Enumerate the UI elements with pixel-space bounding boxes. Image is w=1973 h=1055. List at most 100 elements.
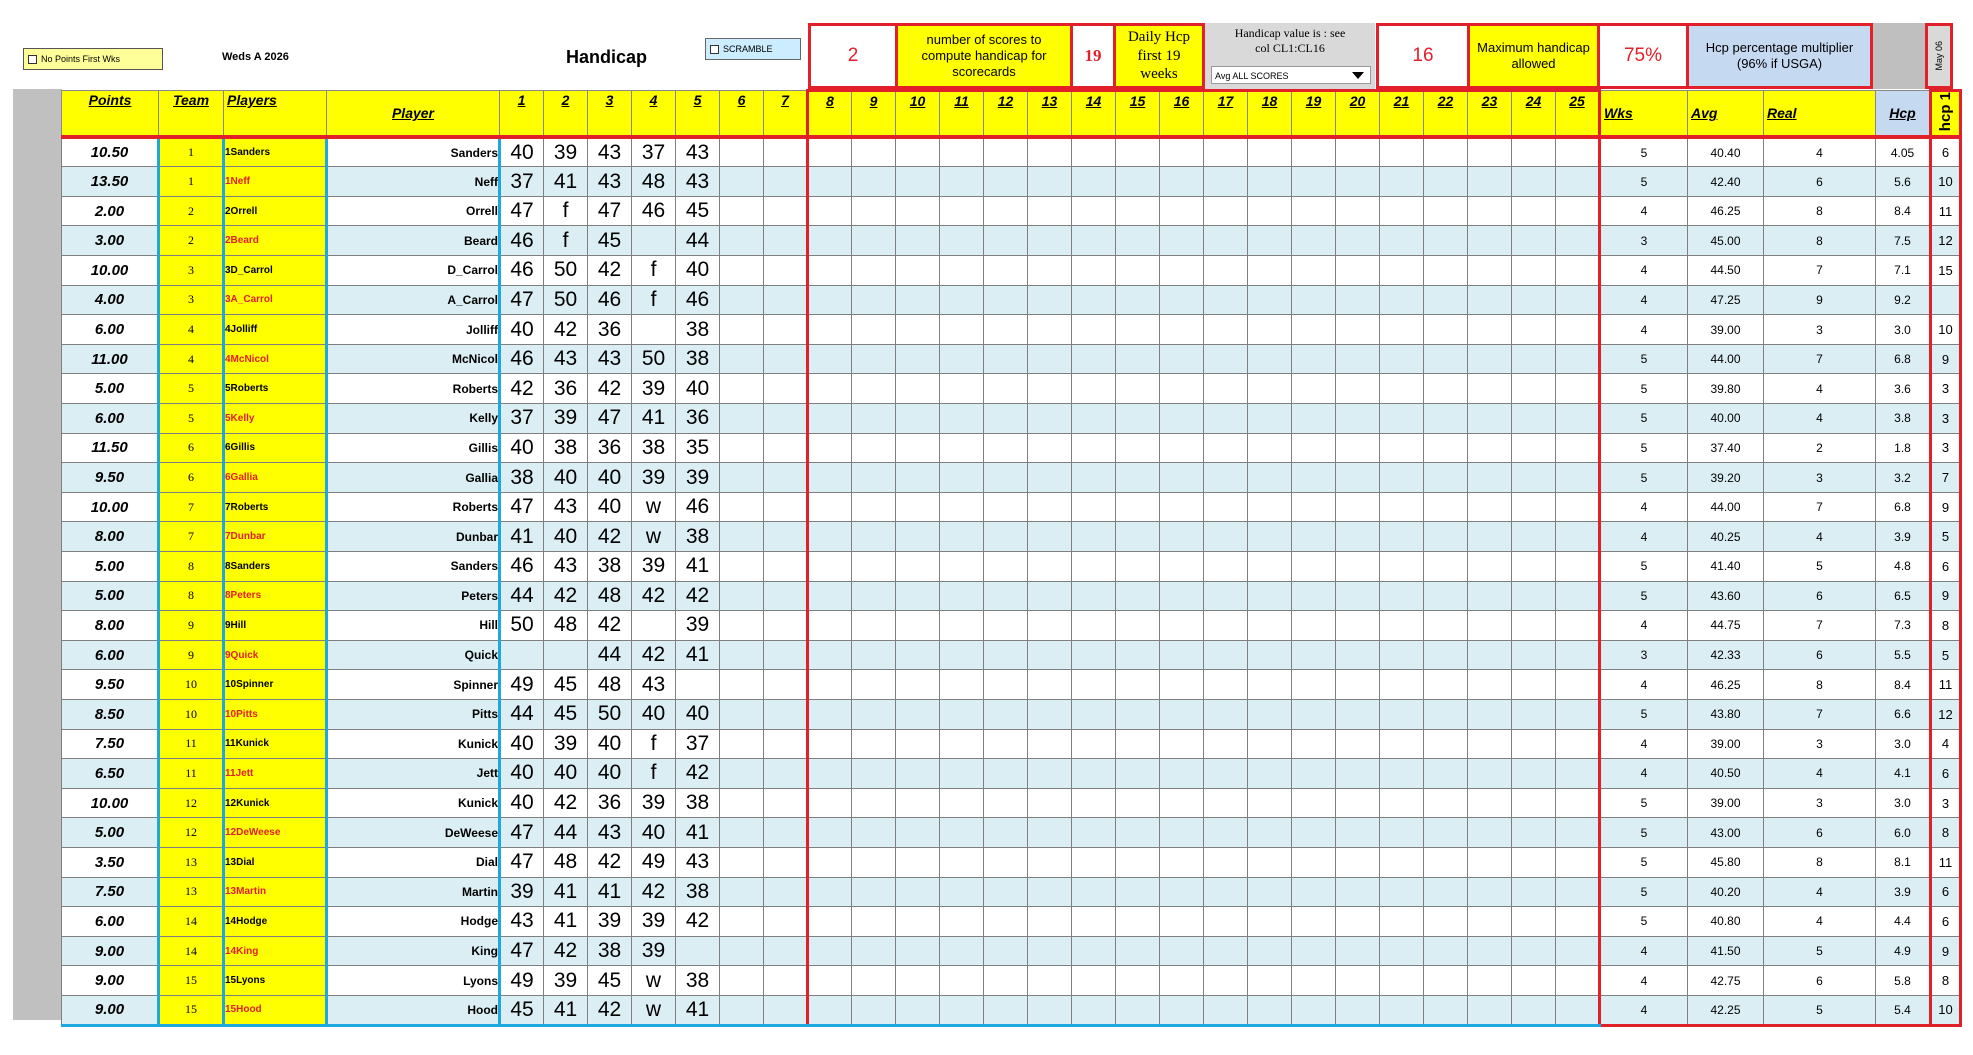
score-week-5[interactable]: 41 — [675, 551, 720, 582]
score-week-13[interactable] — [1027, 639, 1072, 671]
score-week-14[interactable] — [1071, 669, 1116, 700]
score-week-22[interactable] — [1423, 491, 1468, 523]
score-week-12[interactable] — [983, 787, 1028, 819]
player-name-cell[interactable]: Beard — [325, 225, 501, 257]
score-week-10[interactable] — [895, 225, 940, 257]
score-week-16[interactable] — [1159, 994, 1204, 1027]
score-week-4[interactable]: f — [631, 758, 676, 789]
score-week-11[interactable] — [939, 373, 984, 405]
team-cell[interactable]: 11 — [157, 758, 225, 789]
score-week-7[interactable] — [763, 580, 808, 612]
score-week-16[interactable] — [1159, 669, 1204, 700]
score-week-19[interactable] — [1291, 403, 1336, 434]
team-cell[interactable]: 1 — [157, 136, 225, 168]
score-week-22[interactable] — [1423, 669, 1468, 700]
score-week-12[interactable] — [983, 906, 1028, 937]
avg-cell[interactable]: 39.20 — [1687, 462, 1764, 493]
score-week-7[interactable] — [763, 551, 808, 582]
score-week-7[interactable] — [763, 136, 808, 168]
player-name-cell[interactable]: Kelly — [325, 403, 501, 434]
points-cell[interactable]: 9.00 — [61, 935, 159, 967]
score-week-10[interactable] — [895, 343, 940, 375]
score-week-20[interactable] — [1335, 255, 1380, 286]
score-week-2[interactable]: 48 — [543, 610, 588, 641]
score-week-11[interactable] — [939, 136, 984, 168]
points-cell[interactable]: 9.50 — [61, 462, 159, 493]
score-week-1[interactable]: 47 — [499, 817, 544, 848]
score-week-20[interactable] — [1335, 403, 1380, 434]
header-player[interactable]: Player — [326, 90, 500, 140]
score-week-19[interactable] — [1291, 314, 1336, 345]
score-week-5[interactable]: 41 — [675, 639, 720, 671]
score-week-8[interactable] — [806, 255, 852, 286]
score-week-11[interactable] — [939, 403, 984, 434]
score-week-1[interactable]: 40 — [499, 432, 544, 464]
score-week-10[interactable] — [895, 255, 940, 286]
no-points-first-wks-checkbox[interactable]: No Points First Wks — [23, 48, 163, 70]
score-week-6[interactable] — [719, 551, 764, 582]
team-cell[interactable]: 12 — [157, 787, 225, 819]
score-week-22[interactable] — [1423, 787, 1468, 819]
score-week-10[interactable] — [895, 432, 940, 464]
score-week-11[interactable] — [939, 817, 984, 848]
score-week-19[interactable] — [1291, 876, 1336, 908]
score-week-1[interactable]: 37 — [499, 403, 544, 434]
score-week-10[interactable] — [895, 610, 940, 641]
score-week-18[interactable] — [1247, 195, 1292, 227]
score-week-2[interactable]: 43 — [543, 343, 588, 375]
score-week-22[interactable] — [1423, 610, 1468, 641]
header-week-20[interactable]: 20 — [1335, 89, 1380, 140]
hcp-cell[interactable]: 6.8 — [1875, 491, 1931, 523]
hcp-cell[interactable]: 4.4 — [1875, 906, 1931, 937]
team-cell[interactable]: 8 — [157, 580, 225, 612]
players-list-cell[interactable]: 9Quick — [223, 639, 327, 671]
header-week-22[interactable]: 22 — [1423, 89, 1468, 140]
wks-cell[interactable]: 5 — [1599, 817, 1688, 848]
score-week-16[interactable] — [1159, 255, 1204, 286]
score-week-10[interactable] — [895, 462, 940, 493]
score-week-24[interactable] — [1511, 343, 1556, 375]
score-week-4[interactable]: 48 — [631, 166, 676, 197]
score-week-22[interactable] — [1423, 462, 1468, 493]
score-week-19[interactable] — [1291, 965, 1336, 996]
score-week-19[interactable] — [1291, 935, 1336, 967]
score-week-7[interactable] — [763, 876, 808, 908]
score-week-3[interactable]: 43 — [587, 817, 632, 848]
score-week-15[interactable] — [1115, 195, 1160, 227]
score-week-23[interactable] — [1467, 166, 1512, 197]
score-week-25[interactable] — [1555, 166, 1601, 197]
score-week-8[interactable] — [806, 610, 852, 641]
score-week-2[interactable]: 41 — [543, 876, 588, 908]
score-week-21[interactable] — [1379, 580, 1424, 612]
score-week-5[interactable]: 40 — [675, 698, 720, 730]
hcp-cell[interactable]: 4.9 — [1875, 935, 1931, 967]
score-week-23[interactable] — [1467, 846, 1512, 878]
score-week-16[interactable] — [1159, 403, 1204, 434]
score-week-24[interactable] — [1511, 994, 1556, 1027]
score-week-8[interactable] — [806, 284, 852, 316]
score-week-7[interactable] — [763, 462, 808, 493]
points-cell[interactable]: 9.00 — [61, 965, 159, 996]
score-week-2[interactable]: 41 — [543, 994, 588, 1027]
score-week-21[interactable] — [1379, 876, 1424, 908]
score-week-4[interactable]: 42 — [631, 580, 676, 612]
real-cell[interactable]: 8 — [1763, 846, 1876, 878]
score-week-8[interactable] — [806, 432, 852, 464]
points-cell[interactable]: 7.50 — [61, 876, 159, 908]
header-week-24[interactable]: 24 — [1511, 89, 1556, 140]
score-week-4[interactable]: 43 — [631, 669, 676, 700]
score-week-21[interactable] — [1379, 787, 1424, 819]
avg-cell[interactable]: 44.50 — [1687, 255, 1764, 286]
player-name-cell[interactable]: Martin — [325, 876, 501, 908]
score-week-21[interactable] — [1379, 758, 1424, 789]
hcp1-cell[interactable] — [1929, 284, 1962, 316]
score-week-2[interactable]: 42 — [543, 935, 588, 967]
score-week-11[interactable] — [939, 935, 984, 967]
score-week-8[interactable] — [806, 906, 852, 937]
score-week-14[interactable] — [1071, 876, 1116, 908]
score-week-20[interactable] — [1335, 698, 1380, 730]
points-cell[interactable]: 9.50 — [61, 669, 159, 700]
score-week-13[interactable] — [1027, 225, 1072, 257]
score-week-10[interactable] — [895, 491, 940, 523]
score-week-15[interactable] — [1115, 965, 1160, 996]
